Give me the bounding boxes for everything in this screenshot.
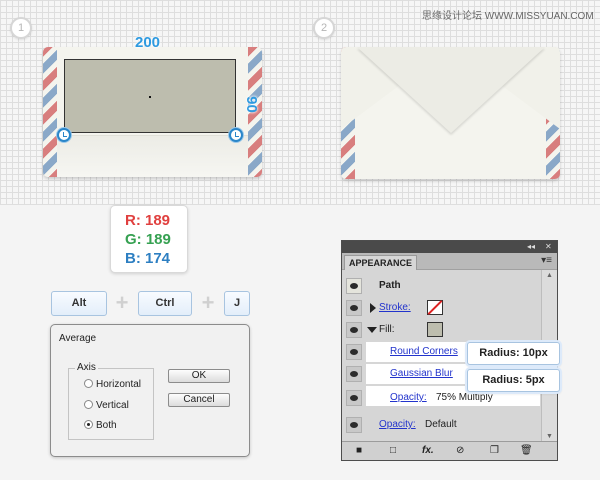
eye-icon[interactable] <box>346 300 362 316</box>
eye-icon[interactable] <box>346 390 362 406</box>
step-number-1: 1 <box>10 17 32 39</box>
callout-gaussian-blur-radius: Radius: 5px <box>467 369 560 392</box>
step-number-2: 2 <box>313 17 335 39</box>
object-opacity-value: Default <box>425 419 457 430</box>
scroll-up-icon[interactable]: ▲ <box>546 272 553 279</box>
color-blue-value: B: 174 <box>125 250 171 267</box>
radio-both-label: Both <box>96 420 117 431</box>
width-dimension-label: 200 <box>135 34 161 51</box>
eye-icon[interactable] <box>346 417 362 433</box>
callout-round-corners-radius: Radius: 10px <box>467 342 560 365</box>
eye-icon[interactable] <box>346 366 362 382</box>
clear-appearance-icon[interactable]: ⊘ <box>456 445 464 456</box>
envelope-finished <box>341 47 560 179</box>
fill-row[interactable]: Fill: <box>342 320 540 340</box>
key-j: J <box>224 291 250 316</box>
gaussian-blur-link[interactable]: Gaussian Blur <box>390 368 453 379</box>
eye-icon[interactable] <box>346 322 362 338</box>
radio-both[interactable]: Both <box>84 420 117 431</box>
fill-swatch-icon[interactable] <box>427 322 443 337</box>
add-fill-icon[interactable]: □ <box>390 445 396 456</box>
panel-tab-row: APPEARANCE ▾≡ <box>342 253 557 270</box>
object-opacity-row[interactable]: Opacity: Default <box>342 415 540 435</box>
average-dialog: Average Axis Horizontal Vertical Both OK… <box>50 324 250 457</box>
radio-horizontal-label: Horizontal <box>96 379 142 390</box>
fx-icon[interactable]: fx. <box>422 445 434 456</box>
watermark: 思缘设计论坛 WWW.MISSYUAN.COM <box>422 11 594 22</box>
plus-icon: + <box>201 290 215 315</box>
radio-unselected-icon <box>84 379 93 388</box>
key-ctrl: Ctrl <box>138 291 192 316</box>
stroke-none-icon[interactable] <box>427 300 443 315</box>
ok-button[interactable]: OK <box>168 369 230 383</box>
path-thumbnail <box>346 278 362 294</box>
panel-title-bar: ◂◂ ✕ <box>342 241 557 253</box>
axis-group: Axis Horizontal Vertical Both <box>68 362 154 440</box>
color-red-value: R: 189 <box>125 212 171 229</box>
corner-widget-icon[interactable] <box>229 128 243 142</box>
trash-icon[interactable]: 🗑 <box>520 445 533 456</box>
close-icon[interactable]: ✕ <box>545 241 552 253</box>
radio-vertical[interactable]: Vertical <box>84 400 129 411</box>
envelope-bottom-flap <box>57 135 248 177</box>
scroll-down-icon[interactable]: ▼ <box>546 433 553 440</box>
envelope-top-flap <box>357 47 545 133</box>
dialog-title: Average <box>59 333 97 344</box>
cancel-button[interactable]: Cancel <box>168 393 230 407</box>
rectangle-center-point <box>149 96 151 98</box>
height-dimension-label: 90 <box>242 96 260 113</box>
fill-label: Fill: <box>379 324 395 335</box>
radio-vertical-label: Vertical <box>96 400 129 411</box>
airmail-stripe-left <box>43 47 57 177</box>
panel-footer: ■ □ fx. ⊘ ❐ 🗑 <box>342 441 557 460</box>
axis-group-label: Axis <box>75 362 98 373</box>
radio-selected-icon <box>84 420 93 429</box>
stroke-row[interactable]: Stroke: <box>342 298 540 318</box>
panel-menu-icon[interactable]: ▾≡ <box>541 255 552 266</box>
color-values-card: R: 189 G: 189 B: 174 <box>110 205 188 273</box>
color-green-value: G: 189 <box>125 231 171 248</box>
duplicate-item-icon[interactable]: ❐ <box>490 445 499 456</box>
expand-right-icon[interactable] <box>370 303 376 313</box>
add-stroke-icon[interactable]: ■ <box>356 445 362 456</box>
path-label: Path <box>379 280 401 291</box>
eye-icon[interactable] <box>346 344 362 360</box>
radio-horizontal[interactable]: Horizontal <box>84 379 141 390</box>
plus-icon: + <box>115 290 129 315</box>
key-alt: Alt <box>51 291 107 316</box>
expand-down-icon[interactable] <box>367 327 377 333</box>
path-row[interactable]: Path <box>342 276 540 296</box>
collapse-icon[interactable]: ◂◂ <box>527 241 535 253</box>
round-corners-link[interactable]: Round Corners <box>390 346 458 357</box>
tab-appearance[interactable]: APPEARANCE <box>344 255 417 270</box>
stroke-label[interactable]: Stroke: <box>379 302 411 313</box>
fill-opacity-value: 75% Multiply <box>436 392 493 403</box>
fill-opacity-link[interactable]: Opacity: <box>390 392 427 403</box>
object-opacity-link[interactable]: Opacity: <box>379 419 416 430</box>
corner-widget-icon[interactable] <box>57 128 71 142</box>
radio-unselected-icon <box>84 400 93 409</box>
